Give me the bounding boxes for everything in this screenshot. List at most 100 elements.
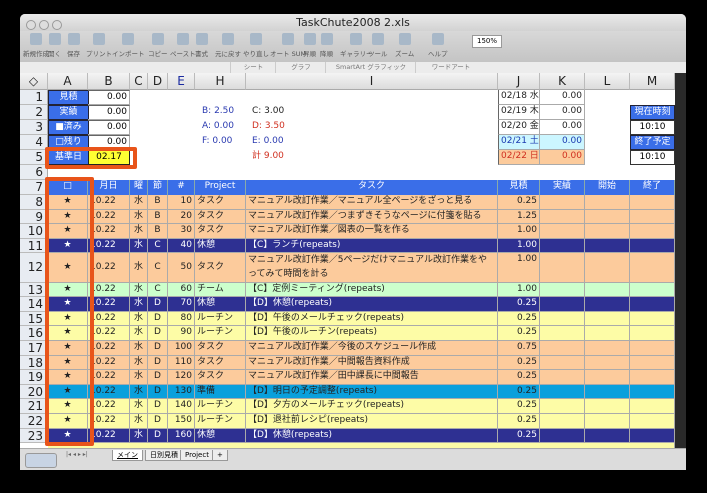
cell-num[interactable]: 10 [168,195,195,210]
cell-empty[interactable] [630,282,675,298]
cell-empty[interactable] [540,428,585,444]
cell-sec[interactable]: B [148,209,168,225]
cell-empty[interactable] [630,224,675,239]
row-header[interactable]: 17 [20,341,48,356]
cell-proj[interactable]: タスク [195,253,246,283]
cell-sec[interactable]: D [148,384,168,400]
cell-dow[interactable]: 水 [130,399,148,414]
cell-dow[interactable]: 水 [130,253,148,283]
cell-empty[interactable] [585,297,630,312]
table-header[interactable]: 終了 [630,180,675,195]
row-header[interactable]: 21 [20,399,48,414]
cell-sec[interactable]: C [148,238,168,254]
cell-est[interactable]: 0.25 [498,195,540,210]
table-header[interactable]: 開始 [585,180,630,195]
cell-sec[interactable]: D [148,326,168,341]
cell-date[interactable]: 10.22 [88,311,130,327]
toolbar-button[interactable]: 降順 [320,33,333,58]
cell-sec[interactable]: D [148,341,168,356]
row-header[interactable]: 14 [20,297,48,312]
cell-dow[interactable]: 水 [130,326,148,341]
toolbar-button[interactable]: 元に戻す [215,33,241,58]
cell-task[interactable]: 【C】ランチ(repeats) [246,238,498,254]
cell-num[interactable]: 120 [168,370,195,385]
row-header[interactable]: 6 [20,165,48,180]
table-header[interactable]: タスク [246,180,498,195]
cell-sec[interactable]: D [148,414,168,429]
toolbar-button[interactable]: ズーム [395,33,414,58]
cell-empty[interactable] [585,399,630,414]
toolbar-button[interactable]: ペースト [170,33,196,58]
cell-empty[interactable] [585,282,630,298]
cell-est[interactable]: 0.25 [498,311,540,327]
cell-task[interactable]: マニュアル改訂作業／中間報告資料作成 [246,355,498,371]
row-header[interactable]: 18 [20,355,48,371]
cell-proj[interactable]: チーム [195,282,246,298]
row-header[interactable]: 22 [20,414,48,429]
cell-task[interactable]: マニュアル改訂作業／つまずきそうなページに付箋を貼る [246,209,498,225]
row-header[interactable]: 19 [20,370,48,385]
column-header[interactable]: A [48,73,88,90]
cell-proj[interactable]: 休憩 [195,297,246,312]
table-header[interactable]: # [168,180,195,195]
cell-empty[interactable] [630,311,675,327]
cell-sec[interactable]: D [148,399,168,414]
cell-dow[interactable]: 水 [130,370,148,385]
sheet-tab[interactable]: 日別見積 [145,450,183,461]
cell-task[interactable]: 【D】休憩(repeats) [246,428,498,444]
column-header[interactable]: C [130,73,148,90]
cell-empty[interactable] [540,195,585,210]
cell-empty[interactable] [585,253,630,283]
cell-est[interactable]: 1.00 [498,253,540,283]
column-header[interactable]: L [585,73,630,90]
toolbar-button[interactable]: 昇順 [303,33,316,58]
row-header[interactable]: 9 [20,209,48,225]
cell-date[interactable]: 10.22 [88,341,130,356]
cell-proj[interactable]: タスク [195,341,246,356]
cell-date[interactable]: 10.22 [88,355,130,371]
cell-est[interactable]: 0.25 [498,326,540,341]
spreadsheet-grid[interactable]: ◇ A B C D E H I J K L M 1 2 3 4 5 6 7 見積 0.00 実績 0.00 ■済み 0.00 □残… [20,73,686,448]
column-header[interactable]: E [168,73,195,90]
cell-num[interactable]: 130 [168,384,195,400]
cell-empty[interactable] [630,238,675,254]
cell-empty[interactable] [630,341,675,356]
cell-sec[interactable]: C [148,282,168,298]
cell-proj[interactable]: タスク [195,195,246,210]
cell-est[interactable]: 0.25 [498,414,540,429]
cell-empty[interactable] [540,311,585,327]
cell-empty[interactable] [540,399,585,414]
cell-est[interactable]: 0.75 [498,341,540,356]
cell-empty[interactable] [540,297,585,312]
cell-dow[interactable]: 水 [130,282,148,298]
cell-est[interactable]: 0.25 [498,399,540,414]
cell-proj[interactable]: タスク [195,355,246,371]
cell-empty[interactable] [630,428,675,444]
row-header[interactable]: 7 [20,180,48,195]
cell-sec[interactable]: D [148,297,168,312]
zoom-select[interactable]: 150% [472,35,502,48]
cell-empty[interactable] [630,370,675,385]
cell-task[interactable]: 【C】定例ミーティング(repeats) [246,282,498,298]
cell-empty[interactable] [540,341,585,356]
cell-proj[interactable]: タスク [195,370,246,385]
toolbar-button[interactable]: 保存 [67,33,80,58]
cell-dow[interactable]: 水 [130,355,148,371]
sheet-tab[interactable]: メイン [112,450,143,461]
cell-num[interactable]: 90 [168,326,195,341]
cell-task[interactable]: 【D】午後のルーチン(repeats) [246,326,498,341]
cell-empty[interactable] [540,224,585,239]
cell-dow[interactable]: 水 [130,209,148,225]
row-header[interactable]: 23 [20,428,48,444]
toolbar-button[interactable]: オート SUM [270,33,306,58]
cell-date[interactable]: 10.22 [88,297,130,312]
cell-sec[interactable]: D [148,355,168,371]
cell-task[interactable]: 【D】明日の予定調整(repeats) [246,384,498,400]
cell-empty[interactable] [585,384,630,400]
cell-sec[interactable]: B [148,195,168,210]
cell-est[interactable]: 0.25 [498,384,540,400]
cell-num[interactable]: 40 [168,238,195,254]
toolbar-button[interactable]: プリント [86,33,112,58]
cell-sec[interactable]: D [148,311,168,327]
cell-empty[interactable] [630,384,675,400]
